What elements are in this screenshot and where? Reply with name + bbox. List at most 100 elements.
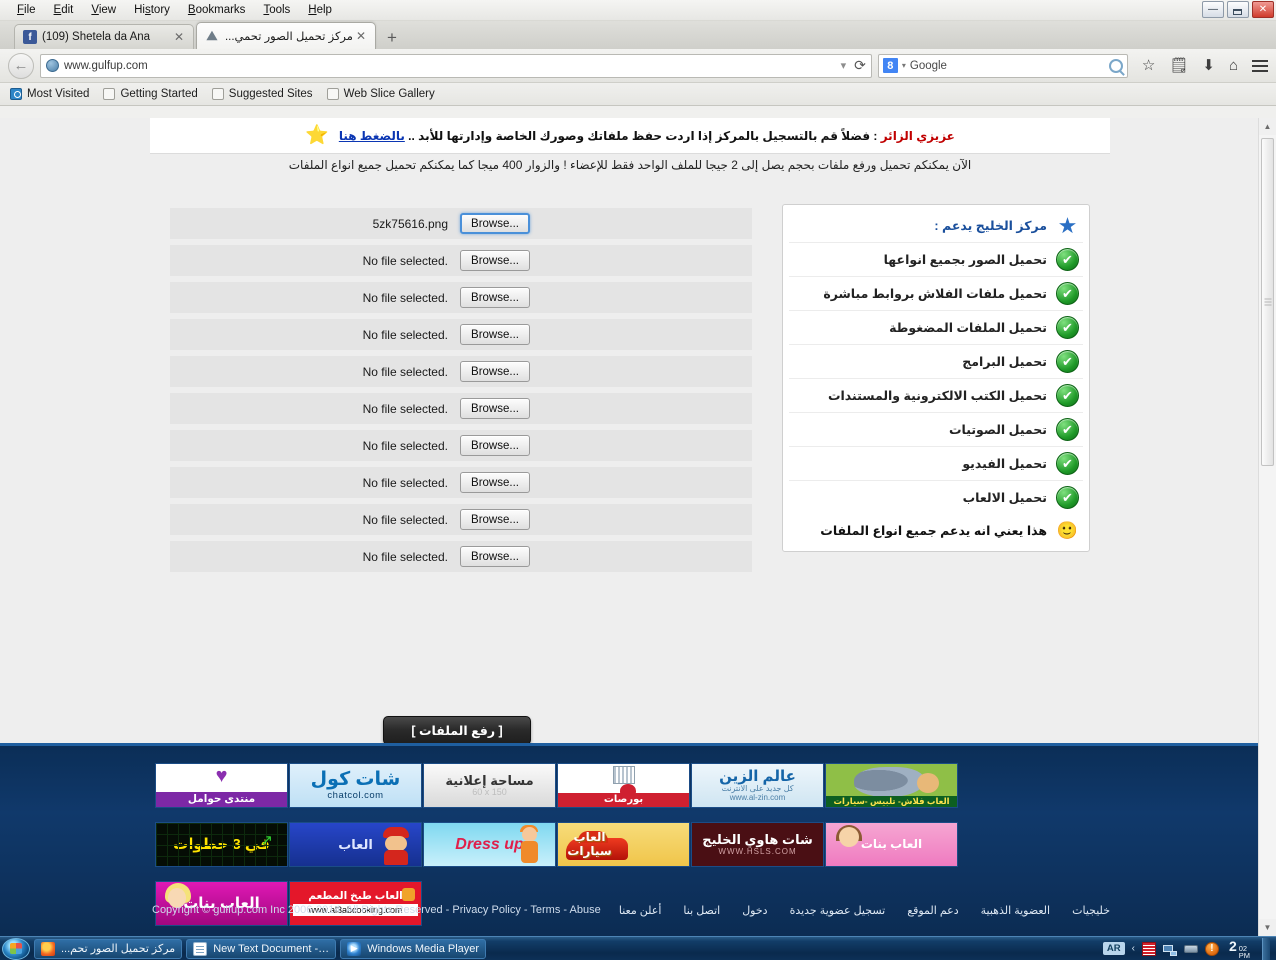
upload-files-button[interactable]: [ رفع الملفات ] xyxy=(383,716,531,745)
recording-icon[interactable] xyxy=(1141,941,1156,956)
browse-button[interactable]: Browse... xyxy=(460,361,530,382)
menu-edit[interactable]: Edit xyxy=(45,2,83,18)
language-indicator[interactable]: AR xyxy=(1102,942,1125,955)
browse-button[interactable]: Browse... xyxy=(460,546,530,567)
ad-banner[interactable]: شات هاوي الخليج WWW.HSLS.COM xyxy=(691,822,824,867)
menu-bookmarks[interactable]: Bookmarks xyxy=(179,2,255,18)
page-scrollbar[interactable]: ▲ ▼ xyxy=(1258,118,1276,936)
ad-banner[interactable]: العاب فلاش- تلبيس -سيارات xyxy=(825,763,958,808)
bookmark-getting-started[interactable]: Getting Started xyxy=(103,88,198,100)
ad-banner[interactable]: العاب سيارات xyxy=(557,822,690,867)
footer-link[interactable]: خليجيات xyxy=(1072,904,1110,917)
new-tab-button[interactable]: + xyxy=(378,29,406,49)
browse-button[interactable]: Browse... xyxy=(460,472,530,493)
browser-window: File Edit View History Bookmarks Tools H… xyxy=(0,0,1276,936)
ad-banner[interactable]: ↗ في 3 خطوات xyxy=(155,822,288,867)
support-item: ✔ تحميل الصور بجميع انواعها xyxy=(789,243,1083,277)
tab-close-icon[interactable]: ✕ xyxy=(353,29,369,43)
url-text: www.gulfup.com xyxy=(64,59,148,72)
reading-list-icon[interactable]: 🗒 xyxy=(1169,58,1188,73)
taskbar-button[interactable]: New Text Document - ... xyxy=(186,938,337,959)
ad-banner[interactable]: مساحة إعلانية 60 x 150 xyxy=(423,763,556,808)
taskbar-button-label: New Text Document - ... xyxy=(213,942,330,955)
browse-button[interactable]: Browse... xyxy=(460,324,530,345)
menu-icon[interactable] xyxy=(1252,59,1268,72)
green-check-icon: ✔ xyxy=(1056,452,1079,475)
address-bar[interactable]: www.gulfup.com ▾ ⟳ xyxy=(40,53,872,78)
tab-facebook[interactable]: f (109) Shetela da Ana ✕ xyxy=(14,24,194,49)
minimize-button[interactable]: — xyxy=(1202,1,1224,18)
menu-view[interactable]: View xyxy=(82,2,125,18)
taskbar-button[interactable]: ▶ Windows Media Player xyxy=(340,938,487,959)
reload-icon[interactable]: ⟳ xyxy=(854,57,866,74)
scroll-up-icon[interactable]: ▲ xyxy=(1259,118,1276,135)
footer-link[interactable]: دعم الموقع xyxy=(907,904,958,917)
footer-link[interactable]: اتصل بنا xyxy=(683,904,720,917)
upload-row: 5zk75616.png Browse... xyxy=(170,208,752,239)
clock[interactable]: 2 02 PM xyxy=(1226,938,1250,960)
footer-link[interactable]: دخول xyxy=(742,904,767,917)
tray-expand-icon[interactable]: ‹ xyxy=(1132,943,1135,954)
taskbar-button[interactable]: مركز تحميل الصور تحم... xyxy=(34,938,183,959)
window-controls: — ✕ xyxy=(1202,1,1274,18)
tab-gulfup[interactable]: ⛰ مركز تحميل الصور تحمي... ✕ xyxy=(196,22,376,49)
restore-button[interactable] xyxy=(1227,1,1249,18)
bookmark-web-slice-gallery[interactable]: Web Slice Gallery xyxy=(326,88,435,100)
bookmark-most-visited[interactable]: Most Visited xyxy=(10,88,89,100)
taskbar-button-label: مركز تحميل الصور تحم... xyxy=(61,943,176,955)
alert-icon[interactable]: ! xyxy=(1204,941,1219,956)
search-icon[interactable] xyxy=(1108,58,1123,73)
ad-banner[interactable]: العاب xyxy=(289,822,422,867)
chevron-down-icon[interactable]: ▾ xyxy=(841,59,847,72)
chevron-down-icon[interactable]: ▾ xyxy=(902,61,906,70)
tab-close-icon[interactable]: ✕ xyxy=(171,30,187,44)
ad-banner[interactable]: شات كول chatcol.com xyxy=(289,763,422,808)
navigation-bar: ← www.gulfup.com ▾ ⟳ 8 ▾ Google ☆ 🗒 ⬇ ⌂ xyxy=(0,49,1276,83)
browse-button[interactable]: Browse... xyxy=(460,213,530,234)
ad-grid: ♥ منتدى حوامل شات كول chatcol.com مساحة … xyxy=(155,763,1095,926)
support-heading-label: مركز الخليج يدعم : xyxy=(934,219,1047,233)
browse-button[interactable]: Browse... xyxy=(460,398,530,419)
start-button[interactable] xyxy=(2,937,30,960)
footer-link[interactable]: العضوية الذهبية xyxy=(981,904,1050,917)
browse-button[interactable]: Browse... xyxy=(460,250,530,271)
notice-link[interactable]: بالضغط هنا xyxy=(339,129,405,143)
footer-link[interactable]: أعلن معنا xyxy=(619,904,662,917)
star-icon: ★ xyxy=(1057,212,1078,238)
bookmark-suggested-sites[interactable]: Suggested Sites xyxy=(211,88,313,100)
search-input[interactable]: Google xyxy=(910,60,1105,72)
search-bar[interactable]: 8 ▾ Google xyxy=(877,53,1128,78)
drive-icon[interactable] xyxy=(1183,942,1198,956)
ad-banner[interactable]: ♥ منتدى حوامل xyxy=(155,763,288,808)
girl-head-icon xyxy=(522,827,537,842)
support-item-label: تحميل ملفات الفلاش بروابط مباشرة xyxy=(823,287,1047,301)
footer-link[interactable]: تسجيل عضوية جديدة xyxy=(790,904,886,917)
browse-button[interactable]: Browse... xyxy=(460,435,530,456)
network-icon[interactable] xyxy=(1162,942,1177,956)
menu-tools[interactable]: Tools xyxy=(254,2,299,18)
bookmark-star-icon[interactable]: ☆ xyxy=(1142,58,1155,73)
scroll-down-icon[interactable]: ▼ xyxy=(1259,919,1276,936)
menu-file[interactable]: File xyxy=(8,2,45,18)
menu-history[interactable]: History xyxy=(125,2,179,18)
ad-banner[interactable]: عالم الزين كل جديد على الانترنت www.al-z… xyxy=(691,763,824,808)
home-icon[interactable]: ⌂ xyxy=(1229,58,1238,73)
windows-logo-icon xyxy=(10,943,22,954)
ad-banner[interactable]: بورصات xyxy=(557,763,690,808)
ad-banner[interactable]: العاب بنات xyxy=(825,822,958,867)
show-desktop-button[interactable] xyxy=(1262,937,1270,960)
upload-button-wrap: [ رفع الملفات ] xyxy=(383,716,531,745)
ad-label: Dress up xyxy=(455,835,524,853)
menu-help[interactable]: Help xyxy=(299,2,341,18)
close-button[interactable]: ✕ xyxy=(1252,1,1274,18)
file-name-label: No file selected. xyxy=(362,290,448,305)
ad-sublabel: كل جديد على الانترنت xyxy=(721,784,794,794)
back-button[interactable]: ← xyxy=(8,52,34,79)
ad-banner[interactable]: Dress up xyxy=(423,822,556,867)
downloads-icon[interactable]: ⬇ xyxy=(1202,58,1215,73)
scrollbar-thumb[interactable] xyxy=(1261,138,1274,466)
browse-button[interactable]: Browse... xyxy=(460,509,530,530)
browse-button[interactable]: Browse... xyxy=(460,287,530,308)
chart-icon xyxy=(612,766,635,784)
bookmarks-bar: Most Visited Getting Started Suggested S… xyxy=(0,83,1276,106)
